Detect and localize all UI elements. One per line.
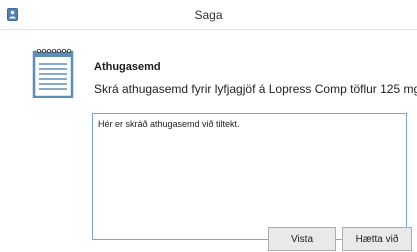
dialog-body: Athugasemd Skrá athugasemd fyrir lyfjagj… [0,31,417,252]
dialog-description: Skrá athugasemd fyrir lyfjagjöf á Lopres… [94,82,417,96]
save-button[interactable]: Vista [268,227,336,251]
notepad-icon [32,48,74,98]
dialog-heading: Athugasemd [94,61,161,73]
window-title: Saga [194,8,223,22]
cancel-button[interactable]: Hætta við [342,227,412,251]
title-bar: Saga [0,0,417,30]
note-textarea[interactable]: Hér er skráð athugasemd við tiltekt. [92,113,407,240]
